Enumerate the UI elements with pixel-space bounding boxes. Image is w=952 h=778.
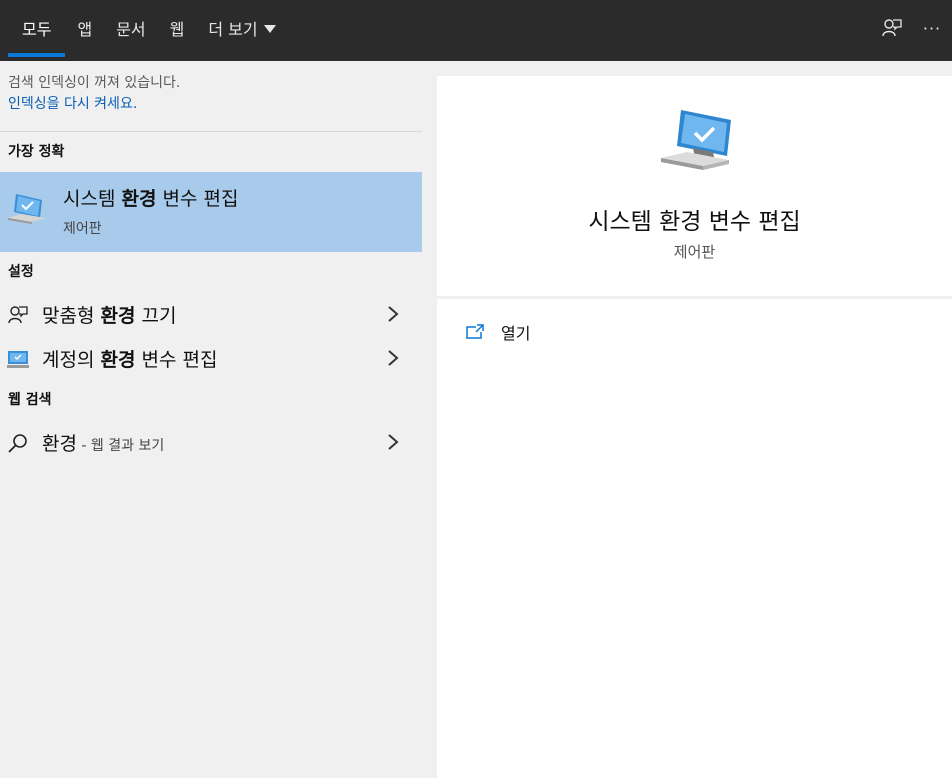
label-part: 끄기	[135, 304, 177, 327]
tab-label: 웹	[169, 20, 185, 39]
reenable-indexing-link[interactable]: 인덱싱을 다시 켜세요.	[8, 93, 414, 115]
preview-subtitle: 제어판	[673, 243, 716, 261]
open-button[interactable]: 열기	[465, 320, 530, 344]
filter-tabs: 모두 앱 문서 웹 더 보기	[0, 0, 288, 61]
best-match-subtitle: 제어판	[63, 221, 102, 237]
settings-item-account-env-vars[interactable]: 계정의 환경 변수 편집	[0, 336, 422, 380]
person-feedback-icon	[6, 303, 30, 327]
web-search-suffix: - 웹 결과 보기	[76, 437, 165, 454]
top-right-actions: ···	[872, 0, 952, 56]
tab-all[interactable]: 모두	[0, 0, 66, 57]
chevron-right-icon[interactable]	[386, 304, 400, 324]
web-search-query: 환경	[42, 432, 77, 455]
top-bar: 모두 앱 문서 웹 더 보기 ···	[0, 0, 952, 61]
open-label: 열기	[501, 324, 531, 343]
preview-panel: 시스템 환경 변수 편집 제어판 열기	[437, 76, 952, 778]
tab-label: 더 보기	[208, 20, 258, 39]
tab-label: 모두	[22, 20, 52, 39]
tab-more[interactable]: 더 보기	[196, 0, 287, 56]
tab-web[interactable]: 웹	[158, 0, 197, 56]
caret-down-icon	[263, 25, 276, 33]
label-highlight: 환경	[100, 348, 136, 371]
search-icon	[6, 431, 30, 455]
more-options-button[interactable]: ···	[912, 0, 952, 56]
best-match-header: 가장 정확	[8, 144, 65, 160]
settings-item-personalized-off[interactable]: 맞춤형 환경 끄기	[0, 292, 422, 336]
results-panel: 검색 인덱싱이 꺼져 있습니다. 인덱싱을 다시 켜세요. 가장 정확 시스템 …	[0, 61, 422, 778]
preview-header: 시스템 환경 변수 편집 제어판	[437, 76, 952, 299]
feedback-button[interactable]	[872, 0, 912, 56]
tab-label: 앱	[77, 20, 93, 39]
open-external-icon	[466, 324, 484, 339]
computer-icon	[8, 194, 46, 224]
settings-item-label: 계정의 환경 변수 편집	[42, 345, 217, 372]
indexing-off-text: 검색 인덱싱이 꺼져 있습니다.	[8, 75, 181, 91]
monitor-icon	[6, 347, 30, 371]
chevron-right-icon[interactable]	[386, 432, 400, 452]
feedback-person-icon	[882, 19, 902, 37]
title-part: 변수 편집	[156, 188, 239, 210]
web-search-item[interactable]: 환경 - 웹 결과 보기	[0, 420, 422, 464]
label-part: 변수 편집	[135, 348, 218, 371]
best-match-item[interactable]: 시스템 환경 변수 편집 제어판	[0, 172, 422, 252]
settings-header: 설정	[8, 264, 34, 280]
tab-apps[interactable]: 앱	[65, 0, 104, 56]
title-highlight: 환경	[121, 188, 157, 210]
label-part: 맞춤형	[42, 304, 101, 327]
best-match-title: 시스템 환경 변수 편집	[63, 184, 238, 211]
settings-item-label: 맞춤형 환경 끄기	[42, 301, 176, 328]
title-part: 시스템	[63, 188, 122, 210]
more-icon: ···	[922, 18, 942, 38]
preview-title: 시스템 환경 변수 편집	[588, 209, 801, 235]
tab-documents[interactable]: 문서	[104, 0, 157, 56]
computer-icon	[661, 110, 731, 170]
web-search-header: 웹 검색	[8, 392, 52, 408]
chevron-right-icon[interactable]	[386, 348, 400, 368]
indexing-notice: 검색 인덱싱이 꺼져 있습니다. 인덱싱을 다시 켜세요.	[0, 61, 422, 132]
label-part: 계정의	[42, 348, 101, 371]
tab-label: 문서	[116, 20, 146, 39]
label-highlight: 환경	[100, 304, 136, 327]
web-search-label: 환경 - 웹 결과 보기	[42, 429, 164, 456]
